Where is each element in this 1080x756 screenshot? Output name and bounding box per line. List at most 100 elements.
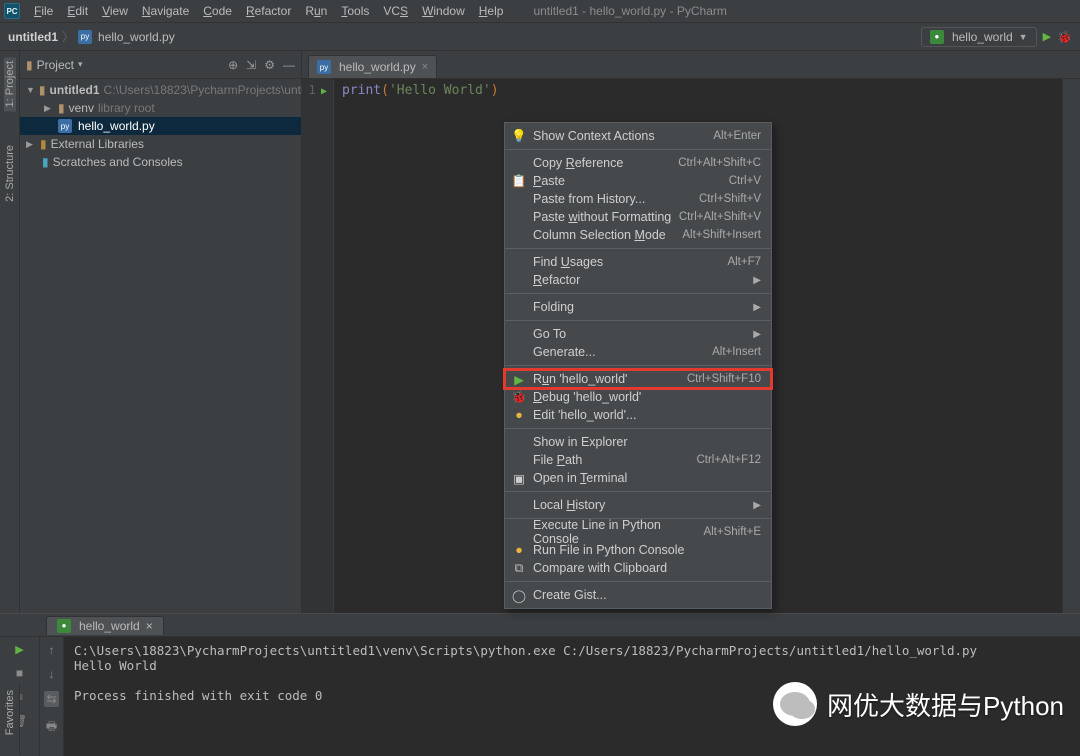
- right-gutter: [1062, 79, 1080, 613]
- menu-help[interactable]: Help: [473, 2, 510, 20]
- ctx-item[interactable]: ◯ Create Gist...: [505, 586, 771, 604]
- tool-tab-structure[interactable]: 2: Structure: [4, 141, 16, 206]
- collapse-icon[interactable]: ⇲: [246, 58, 256, 72]
- line-number: 1: [309, 83, 316, 97]
- run-config-selector[interactable]: ● hello_world ▼: [921, 27, 1037, 47]
- close-tab-icon[interactable]: ×: [146, 619, 153, 633]
- dropdown-caret-icon[interactable]: ▾: [78, 59, 83, 70]
- ctx-label: Run File in Python Console: [533, 543, 684, 557]
- editor-tab[interactable]: py hello_world.py ×: [308, 55, 437, 78]
- ctx-item[interactable]: Paste without FormattingCtrl+Alt+Shift+V: [505, 208, 771, 226]
- ctx-item[interactable]: ●Edit 'hello_world'...: [505, 406, 771, 424]
- ctx-shortcut: Alt+F7: [727, 256, 761, 268]
- breadcrumb-file[interactable]: hello_world.py: [98, 30, 175, 44]
- gh-icon: ◯: [511, 588, 527, 603]
- run-tool-tab[interactable]: ● hello_world ×: [46, 616, 164, 635]
- ctx-label: Folding: [533, 300, 574, 314]
- menu-window[interactable]: Window: [416, 2, 471, 20]
- python-file-icon: py: [78, 30, 92, 44]
- ctx-item[interactable]: ▣Open in Terminal: [505, 469, 771, 487]
- submenu-arrow-icon: ▶: [753, 302, 761, 313]
- ctx-item[interactable]: Column Selection ModeAlt+Shift+Insert: [505, 226, 771, 244]
- code-token-str: 'Hello World': [389, 83, 491, 98]
- run-config-name: hello_world: [952, 30, 1013, 44]
- python-file-icon: ●: [57, 619, 71, 633]
- menu-tools[interactable]: Tools: [335, 2, 375, 20]
- tree-venv[interactable]: ▶▮ venv library root: [20, 99, 301, 117]
- python-file-icon: ●: [930, 30, 944, 44]
- ctx-item[interactable]: ● Run File in Python Console: [505, 541, 771, 559]
- menu-vcs[interactable]: VCS: [377, 2, 414, 20]
- ctx-item[interactable]: Go To▶: [505, 325, 771, 343]
- run-tool-tab-label: hello_world: [79, 619, 140, 633]
- tree-scratches[interactable]: ▮ Scratches and Consoles: [20, 153, 301, 171]
- editor-tab-bar: py hello_world.py ×: [302, 51, 1080, 79]
- tool-tab-favorites[interactable]: Favorites: [4, 690, 16, 735]
- console-line: Process finished with exit code 0: [74, 688, 322, 703]
- tree-file-selected[interactable]: py hello_world.py: [20, 117, 301, 135]
- dropdown-caret-icon: ▼: [1019, 32, 1028, 42]
- ctx-item[interactable]: 📋PasteCtrl+V: [505, 172, 771, 190]
- ctx-item[interactable]: Find UsagesAlt+F7: [505, 253, 771, 271]
- ctx-label: Refactor: [533, 273, 580, 287]
- tree-external-libs[interactable]: ▶▮ External Libraries: [20, 135, 301, 153]
- tree-root[interactable]: ▼▮ untitled1 C:\Users\18823\PycharmProje…: [20, 81, 301, 99]
- ctx-shortcut: Alt+Insert: [712, 346, 761, 358]
- ctx-shortcut: Ctrl+Shift+V: [699, 193, 761, 205]
- menu-code[interactable]: Code: [197, 2, 238, 20]
- down-button[interactable]: ↓: [49, 667, 55, 681]
- gutter-run-icon[interactable]: ▶: [321, 86, 327, 97]
- rerun-button[interactable]: ▶: [15, 643, 23, 656]
- ctx-item[interactable]: 💡Show Context ActionsAlt+Enter: [505, 127, 771, 145]
- wrap-button[interactable]: ⇆: [44, 691, 58, 707]
- ctx-label: Go To: [533, 327, 566, 341]
- project-tool-window: ▮ Project ▾ ⊕ ⇲ ⚙ — ▼▮ untitled1 C:\User…: [20, 51, 302, 613]
- settings-gear-icon[interactable]: ⚙: [264, 58, 275, 72]
- print-button[interactable]: 🖶: [46, 717, 57, 738]
- ctx-label: Show in Explorer: [533, 435, 628, 449]
- menu-file[interactable]: File: [28, 2, 59, 20]
- locate-icon[interactable]: ⊕: [228, 58, 238, 72]
- ctx-item[interactable]: 🐞Debug 'hello_world': [505, 388, 771, 406]
- stop-button[interactable]: ■: [16, 666, 23, 680]
- run-button[interactable]: ▶: [1043, 30, 1051, 43]
- py-icon: ●: [511, 543, 527, 557]
- debug-button[interactable]: 🐞: [1057, 30, 1072, 44]
- watermark-text: 网优大数据与Python: [827, 686, 1064, 723]
- code-token-fn: print: [342, 83, 381, 98]
- ctx-label: Generate...: [533, 345, 596, 359]
- ctx-label: Create Gist...: [533, 588, 607, 602]
- tree-venv-name: venv: [69, 101, 94, 115]
- menu-view[interactable]: View: [96, 2, 134, 20]
- ctx-item[interactable]: Show in Explorer: [505, 433, 771, 451]
- ctx-item[interactable]: Refactor▶: [505, 271, 771, 289]
- ctx-item[interactable]: Generate... Alt+Insert: [505, 343, 771, 361]
- ctx-label: Local History: [533, 498, 605, 512]
- ctx-label: Paste without Formatting: [533, 210, 671, 224]
- navigation-bar: untitled1 〉 py hello_world.py ● hello_wo…: [0, 23, 1080, 51]
- menu-navigate[interactable]: Navigate: [136, 2, 195, 20]
- ctx-item[interactable]: File PathCtrl+Alt+F12: [505, 451, 771, 469]
- breadcrumb-project[interactable]: untitled1: [8, 30, 58, 44]
- tree-root-path: C:\Users\18823\PycharmProjects\untitled1: [104, 83, 330, 97]
- ctx-item[interactable]: ⧉Compare with Clipboard: [505, 559, 771, 577]
- menu-edit[interactable]: Edit: [61, 2, 94, 20]
- ctx-item[interactable]: ▶Run 'hello_world'Ctrl+Shift+F10: [505, 370, 771, 388]
- ctx-item[interactable]: Paste from History... Ctrl+Shift+V: [505, 190, 771, 208]
- up-button[interactable]: ↑: [49, 643, 55, 657]
- paste-icon: 📋: [511, 174, 527, 189]
- ctx-label: Show Context Actions: [533, 129, 655, 143]
- ctx-item[interactable]: Local History▶: [505, 496, 771, 514]
- menu-run[interactable]: Run: [299, 2, 333, 20]
- ctx-item[interactable]: Copy ReferenceCtrl+Alt+Shift+C: [505, 154, 771, 172]
- ctx-label: Paste from History...: [533, 192, 645, 206]
- term-icon: ▣: [511, 471, 527, 486]
- ctx-item[interactable]: Execute Line in Python ConsoleAlt+Shift+…: [505, 523, 771, 541]
- hide-icon[interactable]: —: [283, 58, 295, 72]
- menu-bar: File Edit View Navigate Code Refactor Ru…: [28, 2, 509, 20]
- ctx-item[interactable]: Folding ▶: [505, 298, 771, 316]
- menu-refactor[interactable]: Refactor: [240, 2, 297, 20]
- tool-tab-project[interactable]: 1: Project: [4, 57, 16, 111]
- python-file-icon: py: [58, 119, 72, 133]
- close-tab-icon[interactable]: ×: [422, 61, 428, 73]
